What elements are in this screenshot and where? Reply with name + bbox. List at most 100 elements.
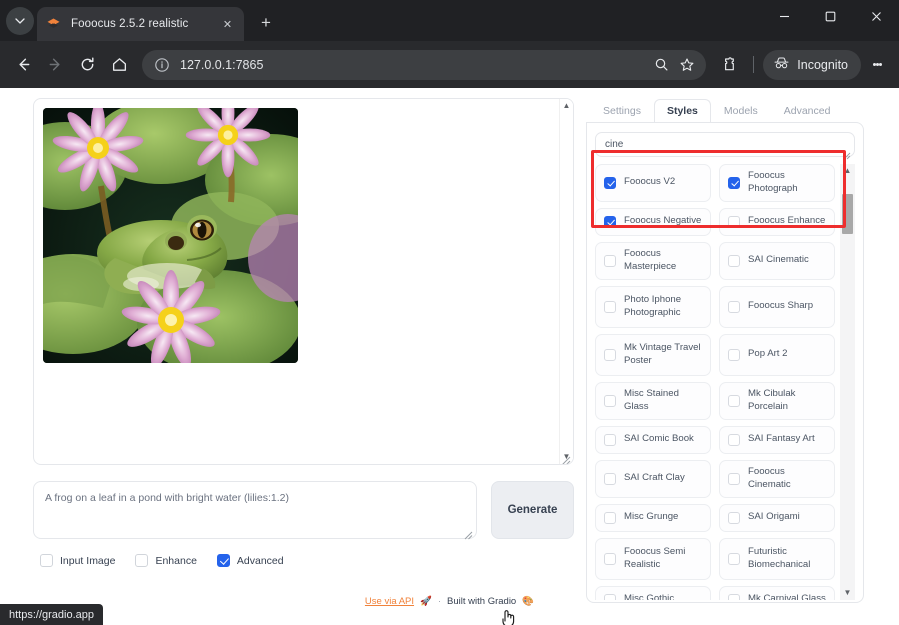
style-checkbox[interactable] (604, 254, 616, 267)
checkbox-input-image[interactable]: Input Image (40, 554, 115, 567)
built-with-gradio-link[interactable]: Built with Gradio (447, 596, 516, 607)
style-checkbox[interactable] (604, 552, 616, 565)
mouse-cursor-hand (500, 608, 518, 625)
browser-tab[interactable]: Fooocus 2.5.2 realistic ✕ (37, 7, 244, 41)
use-via-api-link[interactable]: Use via API (365, 596, 414, 607)
style-item[interactable]: Fooocus V2 (595, 164, 711, 202)
site-info-icon[interactable] (152, 55, 171, 74)
style-item[interactable]: Pop Art 2 (719, 333, 835, 376)
style-search-input[interactable]: cine (595, 132, 855, 160)
prompt-input[interactable]: A frog on a leaf in a pond with bright w… (33, 481, 477, 540)
style-item[interactable]: SAI Fantasy Art (719, 425, 835, 454)
style-checkbox[interactable] (604, 348, 616, 361)
reload-button[interactable] (72, 50, 102, 80)
style-item[interactable]: SAI Cinematic (719, 241, 835, 280)
checkbox-box[interactable] (135, 554, 149, 567)
style-item[interactable]: SAI Craft Clay (595, 459, 711, 498)
forward-button[interactable] (40, 50, 70, 80)
back-button[interactable] (8, 50, 38, 80)
styles-scrollbar[interactable]: ▲ ▼ (840, 164, 855, 600)
gallery-scroll-up-icon[interactable]: ▲ (563, 99, 571, 113)
profile-incognito-button[interactable]: Incognito (763, 49, 861, 80)
style-checkbox[interactable] (728, 511, 740, 524)
style-item[interactable]: SAI Origami (719, 503, 835, 532)
kebab-menu-icon[interactable] (863, 51, 891, 79)
style-item[interactable]: Misc Stained Glass (595, 381, 711, 420)
style-item[interactable]: Fooocus Sharp (719, 285, 835, 328)
home-button[interactable] (104, 50, 134, 80)
styles-scroll-thumb[interactable] (842, 194, 853, 234)
gallery-scrollbar[interactable]: ▲ ▼ (559, 99, 573, 464)
address-bar[interactable]: 127.0.0.1:7865 (142, 49, 707, 80)
style-item[interactable]: Photo Iphone Photographic (595, 285, 711, 328)
style-label: Mk Cibulak Porcelain (748, 387, 796, 412)
bottom-checkbox-row: Input Image Enhance Advanced (33, 554, 574, 567)
puzzle-icon[interactable] (714, 50, 744, 80)
style-checkbox[interactable] (604, 472, 616, 485)
tab-advanced[interactable]: Advanced (771, 99, 844, 123)
styles-list[interactable]: Fooocus V2 Fooocus Photograph Fooocus Nega… (595, 164, 855, 600)
style-item[interactable]: Mk Vintage Travel Poster (595, 333, 711, 376)
search-resize-handle[interactable] (843, 147, 851, 160)
rocket-icon: 🚀 (420, 596, 432, 607)
checkbox-enhance[interactable]: Enhance (135, 554, 197, 567)
style-checkbox[interactable] (728, 552, 740, 565)
style-label: Pop Art 2 (748, 348, 788, 360)
tab-models[interactable]: Models (711, 99, 771, 123)
style-search-value: cine (605, 139, 624, 150)
style-checkbox[interactable] (728, 254, 740, 267)
style-label: SAI Craft Clay (624, 472, 685, 484)
tab-close-icon[interactable]: ✕ (219, 16, 236, 33)
style-checkbox[interactable] (604, 433, 616, 446)
image-gallery[interactable]: ▲ ▼ (33, 98, 574, 465)
styles-scroll-up-icon[interactable]: ▲ (844, 164, 852, 178)
window-close-button[interactable] (853, 0, 899, 33)
style-item[interactable]: Futuristic Biomechanical (719, 537, 835, 580)
gallery-resize-handle[interactable] (561, 453, 571, 464)
style-checkbox[interactable] (604, 300, 616, 313)
window-minimize-button[interactable] (761, 0, 807, 33)
style-item[interactable]: Fooocus Enhance (719, 207, 835, 236)
generate-button[interactable]: Generate (491, 481, 574, 539)
bookmark-star-icon[interactable] (674, 52, 700, 78)
window-maximize-button[interactable] (807, 0, 853, 33)
checkbox-advanced[interactable]: Advanced (216, 554, 284, 567)
tab-settings[interactable]: Settings (590, 99, 654, 123)
right-column: Settings Styles Models Advanced cine Foo… (586, 98, 899, 625)
style-checkbox[interactable] (604, 176, 616, 189)
prompt-resize-handle[interactable] (464, 527, 473, 540)
style-label: SAI Origami (748, 511, 800, 523)
style-checkbox[interactable] (728, 472, 740, 485)
style-item[interactable]: Fooocus Cinematic (719, 459, 835, 498)
checkbox-box[interactable] (216, 554, 230, 567)
styles-panel: cine Fooocus V2 Fooocus Photograph Fooocus… (586, 122, 864, 603)
checkbox-box[interactable] (40, 554, 53, 567)
style-checkbox[interactable] (728, 394, 740, 407)
style-checkbox[interactable] (604, 394, 616, 407)
tab-search-button[interactable] (6, 7, 34, 35)
style-item[interactable]: Misc Grunge (595, 503, 711, 532)
style-label: Fooocus Masterpiece (624, 247, 677, 272)
generated-image[interactable] (43, 108, 298, 363)
style-checkbox[interactable] (728, 348, 740, 361)
style-checkbox[interactable] (728, 215, 740, 228)
style-label: Fooocus Negative (624, 215, 702, 227)
style-label: SAI Comic Book (624, 433, 694, 445)
style-checkbox[interactable] (728, 300, 740, 313)
style-item[interactable]: SAI Comic Book (595, 425, 711, 454)
checkbox-label: Input Image (60, 554, 116, 567)
style-checkbox[interactable] (604, 511, 616, 524)
style-checkbox[interactable] (728, 433, 740, 446)
style-item[interactable]: Mk Cibulak Porcelain (719, 381, 835, 420)
tab-styles[interactable]: Styles (653, 99, 711, 123)
search-icon[interactable] (648, 52, 674, 78)
style-checkbox[interactable] (604, 215, 616, 228)
style-item[interactable]: Fooocus Masterpiece (595, 241, 711, 280)
style-item[interactable]: Fooocus Photograph (719, 164, 835, 202)
style-item[interactable]: Fooocus Negative (595, 207, 711, 236)
style-checkbox[interactable] (728, 176, 740, 189)
style-item[interactable]: Fooocus Semi Realistic (595, 537, 711, 580)
new-tab-button[interactable]: + (252, 9, 280, 37)
style-label: Futuristic Biomechanical (748, 545, 811, 570)
styles-scroll-track[interactable] (840, 178, 855, 586)
